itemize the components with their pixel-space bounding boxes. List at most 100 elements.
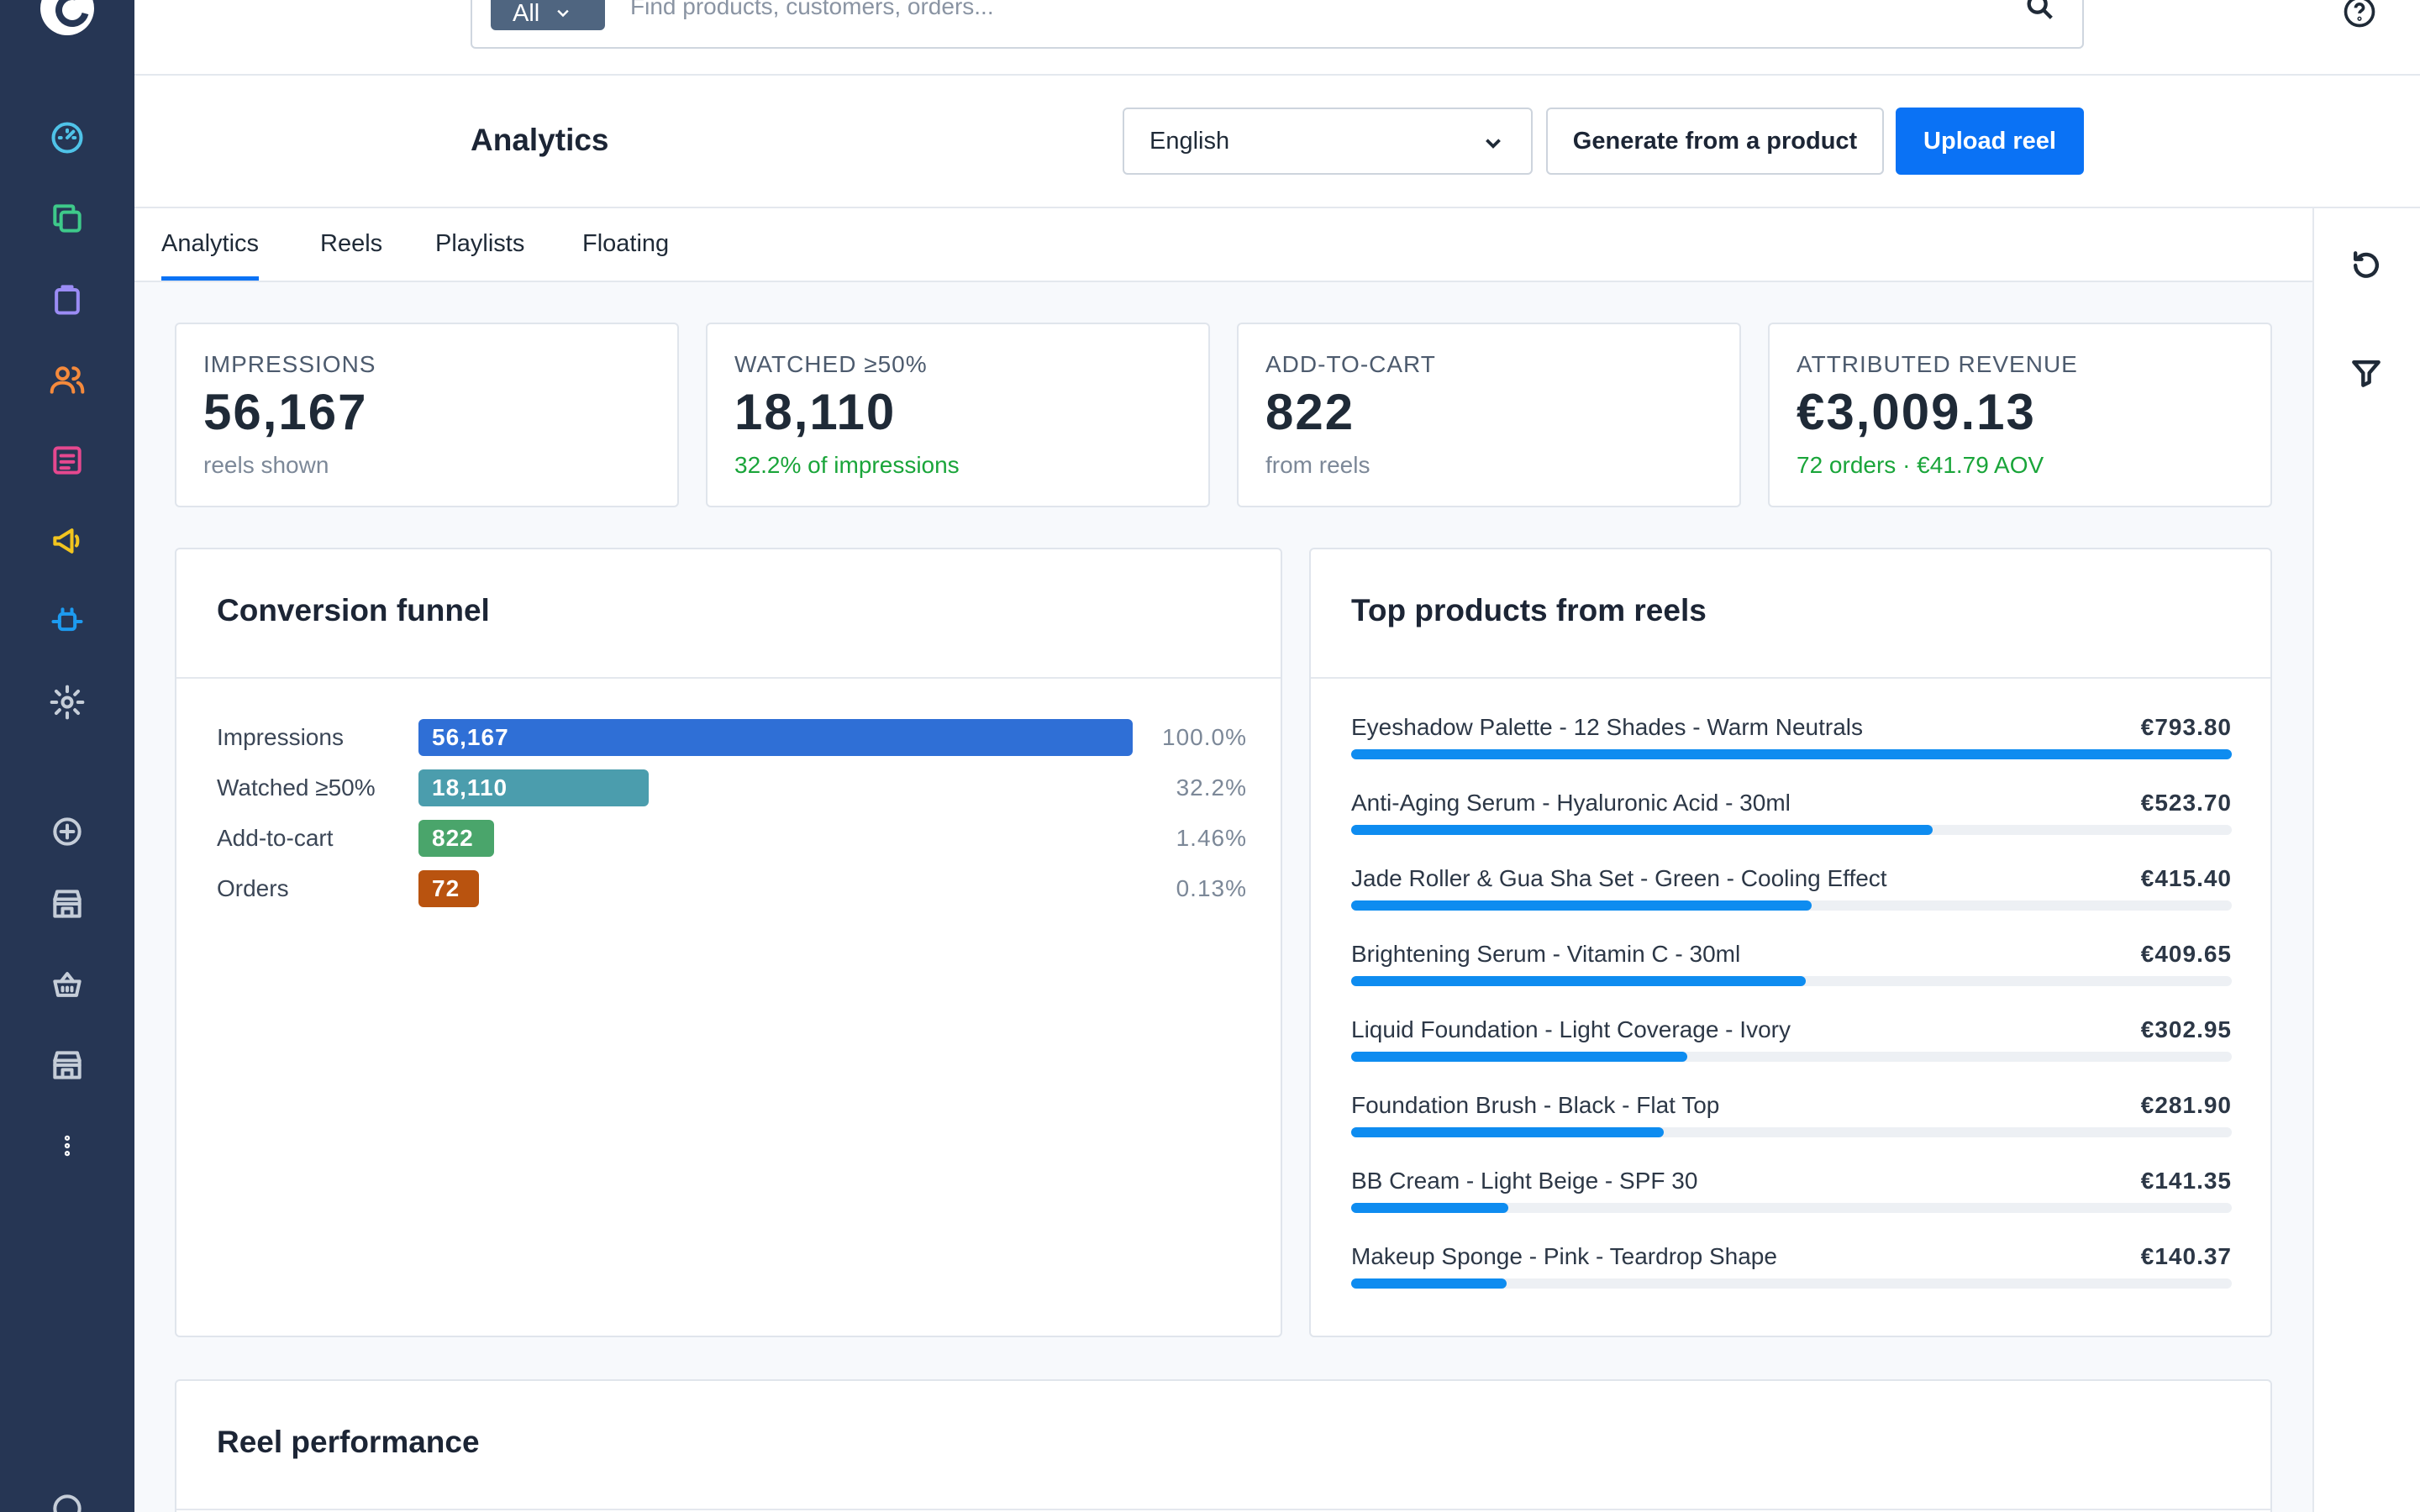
- conversion-funnel-panel: Conversion funnel Impressions 56,167 100.0…: [175, 548, 1282, 1337]
- clock-icon[interactable]: [47, 1488, 87, 1512]
- product-row[interactable]: Liquid Foundation - Light Coverage - Ivo…: [1351, 1016, 2232, 1084]
- funnel-percent: 32.2%: [1176, 774, 1247, 801]
- shop-icon[interactable]: [47, 1045, 87, 1085]
- product-name: Makeup Sponge - Pink - Teardrop Shape: [1351, 1243, 1777, 1269]
- revenue-bar-track: [1351, 825, 2232, 835]
- funnel-label: Impressions: [217, 724, 344, 750]
- orders-icon[interactable]: [47, 279, 87, 319]
- revenue-bar-fill: [1351, 976, 1806, 986]
- chevron-down-icon: [1486, 139, 1501, 149]
- kpi-label: WATCHED ≥50%: [734, 351, 928, 377]
- generate-from-product-button[interactable]: Generate from a product: [1546, 108, 1884, 175]
- revenue-bar-fill: [1351, 1278, 1507, 1289]
- funnel-percent: 0.13%: [1176, 875, 1247, 901]
- right-rail: [2312, 208, 2420, 1512]
- funnel-percent: 100.0%: [1162, 724, 1247, 750]
- funnel-bar: 72: [418, 870, 479, 907]
- layers-icon[interactable]: [47, 198, 87, 239]
- kpi-card-watched: WATCHED ≥50% 18,110 32.2% of impressions: [706, 323, 1210, 507]
- tab-floating[interactable]: Floating: [582, 230, 669, 258]
- dashboard-icon[interactable]: [47, 118, 87, 158]
- page-header: Analytics English Generate from a produc…: [134, 76, 2420, 208]
- divider: [1311, 677, 2270, 679]
- search-scope-label: All: [513, 0, 540, 27]
- language-select-value: English: [1150, 127, 1230, 155]
- kpi-value: €3,009.13: [1797, 384, 2036, 440]
- more-icon[interactable]: [47, 1126, 87, 1166]
- revenue-bar-fill: [1351, 1203, 1508, 1213]
- add-channel-icon[interactable]: [47, 811, 87, 852]
- kpi-value: 822: [1265, 384, 1355, 440]
- kpi-subtext: from reels: [1265, 452, 1370, 478]
- revenue-bar-track: [1351, 1203, 2232, 1213]
- top-products-panel: Top products from reels Eyeshadow Palett…: [1309, 548, 2272, 1337]
- kpi-value: 56,167: [203, 384, 368, 440]
- settings-icon[interactable]: [47, 682, 87, 722]
- funnel-percent: 1.46%: [1176, 825, 1247, 851]
- reel-performance-panel: Reel performance: [175, 1379, 2272, 1512]
- product-name: BB Cream - Light Beige - SPF 30: [1351, 1168, 1698, 1194]
- chevron-down-icon: [557, 9, 569, 18]
- funnel-row: Impressions 56,167 100.0%: [217, 719, 1247, 756]
- language-select[interactable]: English: [1123, 108, 1533, 175]
- upload-reel-button[interactable]: Upload reel: [1896, 108, 2084, 175]
- revenue-bar-fill: [1351, 1052, 1688, 1062]
- tab-analytics[interactable]: Analytics: [161, 230, 260, 281]
- app-logo[interactable]: [40, 0, 94, 35]
- product-revenue: €523.70: [2140, 790, 2232, 816]
- product-name: Eyeshadow Palette - 12 Shades - Warm Neu…: [1351, 714, 1864, 740]
- catalog-icon[interactable]: [47, 440, 87, 480]
- product-row[interactable]: Brightening Serum - Vitamin C - 30ml €409…: [1351, 941, 2232, 1008]
- product-row[interactable]: Eyeshadow Palette - 12 Shades - Warm Neu…: [1351, 714, 2232, 781]
- marketing-icon[interactable]: [47, 521, 87, 561]
- product-revenue: €140.37: [2140, 1243, 2232, 1269]
- product-name: Liquid Foundation - Light Coverage - Ivo…: [1351, 1016, 1791, 1042]
- kpi-label: ADD-TO-CART: [1265, 351, 1436, 377]
- top-bar: All Find products, customers, orders...: [134, 0, 2420, 76]
- product-revenue: €302.95: [2140, 1016, 2232, 1042]
- help-icon[interactable]: [2341, 0, 2378, 30]
- funnel-label: Orders: [217, 875, 289, 901]
- filter-icon[interactable]: [2348, 354, 2388, 395]
- search-input[interactable]: Find products, customers, orders...: [630, 0, 994, 20]
- revenue-bar-fill: [1351, 825, 1933, 835]
- kpi-subtext: 32.2% of impressions: [734, 452, 960, 478]
- product-name: Anti-Aging Serum - Hyaluronic Acid - 30m…: [1351, 790, 1791, 816]
- panel-title: Top products from reels: [1351, 593, 1707, 627]
- integrations-icon[interactable]: [47, 601, 87, 642]
- kpi-card-add-to-cart: ADD-TO-CART 822 from reels: [1237, 323, 1741, 507]
- revenue-bar-fill: [1351, 900, 1812, 911]
- search-icon[interactable]: [2023, 0, 2057, 24]
- global-search[interactable]: All Find products, customers, orders...: [471, 0, 2084, 49]
- panel-title: Reel performance: [217, 1425, 480, 1459]
- revenue-bar-track: [1351, 1278, 2232, 1289]
- revenue-bar-track: [1351, 976, 2232, 986]
- store-icon[interactable]: [47, 884, 87, 924]
- product-row[interactable]: Makeup Sponge - Pink - Teardrop Shape €14…: [1351, 1243, 2232, 1310]
- funnel-row: Add-to-cart 822 1.46%: [217, 820, 1247, 857]
- basket-icon[interactable]: [47, 964, 87, 1005]
- sidebar: [0, 0, 134, 1512]
- search-scope-dropdown[interactable]: All: [491, 0, 605, 30]
- kpi-label: IMPRESSIONS: [203, 351, 376, 377]
- page-title: Analytics: [471, 123, 609, 157]
- customers-icon[interactable]: [47, 360, 87, 400]
- revenue-bar-fill: [1351, 1127, 1665, 1137]
- kpi-value: 18,110: [734, 384, 897, 440]
- product-row[interactable]: Jade Roller & Gua Sha Set - Green - Cool…: [1351, 865, 2232, 932]
- product-revenue: €793.80: [2140, 714, 2232, 740]
- funnel-bar: 822: [418, 820, 494, 857]
- tab-playlists[interactable]: Playlists: [435, 230, 524, 258]
- product-row[interactable]: BB Cream - Light Beige - SPF 30 €141.35: [1351, 1168, 2232, 1235]
- product-row[interactable]: Foundation Brush - Black - Flat Top €281.…: [1351, 1092, 2232, 1159]
- main-content: Analytics Reels Playlists Floating IMPRE…: [134, 208, 2312, 1512]
- product-revenue: €141.35: [2140, 1168, 2232, 1194]
- funnel-row: Watched ≥50% 18,110 32.2%: [217, 769, 1247, 806]
- product-name: Brightening Serum - Vitamin C - 30ml: [1351, 941, 1741, 967]
- tab-reels[interactable]: Reels: [320, 230, 382, 258]
- revenue-bar-fill: [1351, 749, 2232, 759]
- refresh-icon[interactable]: [2348, 247, 2388, 287]
- kpi-subtext: reels shown: [203, 452, 329, 478]
- funnel-bar: 56,167: [418, 719, 1133, 756]
- product-row[interactable]: Anti-Aging Serum - Hyaluronic Acid - 30m…: [1351, 790, 2232, 857]
